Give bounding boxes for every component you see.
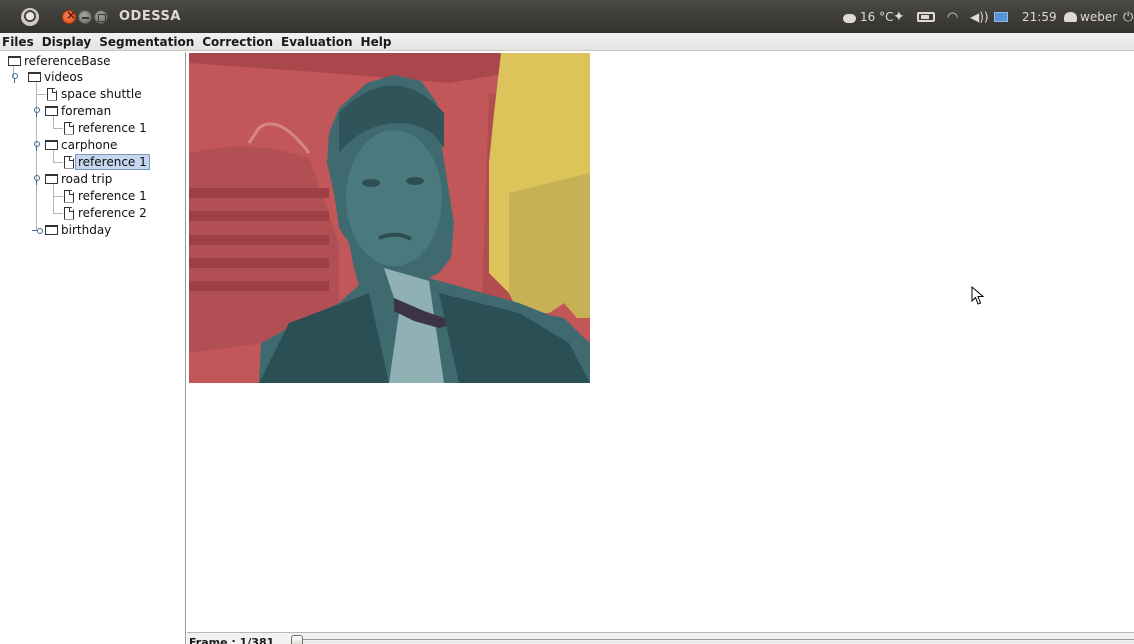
menu-bar: Files Display Segmentation Correction Ev… bbox=[0, 33, 1134, 51]
segmented-video-frame[interactable] bbox=[189, 53, 590, 383]
tree-connector bbox=[53, 184, 54, 213]
tree-node-foreman[interactable]: foreman bbox=[45, 103, 111, 119]
frame-navigation-bar: Frame : 1/381 bbox=[187, 632, 1134, 644]
battery-indicator[interactable] bbox=[917, 8, 935, 26]
mail-indicator[interactable] bbox=[994, 8, 1008, 26]
tree-node-label: referenceBase bbox=[24, 54, 111, 68]
collapse-handle-icon[interactable] bbox=[32, 226, 43, 234]
file-icon bbox=[64, 121, 74, 135]
window-title: ODESSA bbox=[119, 9, 181, 24]
tree-node-road-trip-reference-1[interactable]: reference 1 bbox=[64, 188, 147, 204]
tree-node-videos[interactable]: videos bbox=[28, 69, 83, 85]
frame-slider-track[interactable] bbox=[292, 639, 1134, 643]
power-icon[interactable]: ⏻ bbox=[1123, 8, 1133, 26]
wifi-icon[interactable]: ◠ bbox=[947, 8, 958, 26]
tree-node-label: space shuttle bbox=[61, 87, 142, 101]
tree-node-label: reference 2 bbox=[78, 206, 147, 220]
file-icon bbox=[64, 189, 74, 203]
reference-tree: referenceBase videos space shuttle forem… bbox=[0, 52, 186, 644]
user-menu[interactable]: weber bbox=[1064, 8, 1117, 26]
folder-icon bbox=[45, 174, 58, 184]
folder-icon bbox=[45, 225, 58, 235]
tree-node-label: reference 1 bbox=[75, 154, 150, 170]
expand-handle-icon[interactable] bbox=[32, 175, 40, 185]
system-top-panel: ODESSA 16 °C ✦ ◠ ◀)) 21:59 weber ⏻ bbox=[0, 0, 1134, 33]
tree-node-road-trip-reference-2[interactable]: reference 2 bbox=[64, 205, 147, 221]
expand-handle-icon[interactable] bbox=[32, 141, 40, 151]
tree-connector bbox=[53, 128, 63, 129]
video-view-area[interactable] bbox=[187, 52, 1134, 632]
user-icon bbox=[1064, 12, 1077, 22]
folder-icon bbox=[28, 72, 41, 82]
menu-display[interactable]: Display bbox=[41, 35, 92, 49]
tree-connector bbox=[53, 162, 63, 163]
frame-counter: Frame : 1/381 bbox=[189, 636, 275, 644]
mail-icon bbox=[994, 12, 1008, 22]
menu-segmentation[interactable]: Segmentation bbox=[98, 35, 195, 49]
face-shape bbox=[346, 130, 442, 266]
expand-handle-icon[interactable] bbox=[32, 107, 40, 117]
tree-node-label: reference 1 bbox=[78, 121, 147, 135]
tree-connector bbox=[53, 213, 63, 214]
tree-node-label: birthday bbox=[61, 223, 112, 237]
tree-node-space-shuttle[interactable]: space shuttle bbox=[47, 86, 142, 102]
tree-connector bbox=[36, 94, 46, 95]
dropbox-icon[interactable]: ✦ bbox=[893, 8, 909, 26]
tree-node-label: foreman bbox=[61, 104, 112, 118]
tree-node-label: carphone bbox=[61, 138, 118, 152]
user-name: weber bbox=[1080, 10, 1118, 24]
menu-correction[interactable]: Correction bbox=[201, 35, 274, 49]
left-eye bbox=[362, 179, 380, 187]
expand-handle-icon[interactable] bbox=[10, 73, 18, 83]
file-icon bbox=[47, 87, 57, 101]
tree-node-foreman-reference-1[interactable]: reference 1 bbox=[64, 120, 147, 136]
weather-temperature: 16 °C bbox=[860, 10, 894, 24]
folder-icon bbox=[8, 56, 21, 66]
mouse-pointer-icon bbox=[971, 286, 985, 305]
file-icon bbox=[64, 206, 74, 220]
maximize-icon[interactable] bbox=[94, 10, 108, 24]
tree-node-label: road trip bbox=[61, 172, 113, 186]
menu-evaluation[interactable]: Evaluation bbox=[280, 35, 354, 49]
file-icon bbox=[64, 155, 74, 169]
right-eye bbox=[406, 177, 424, 185]
close-icon[interactable] bbox=[62, 8, 76, 24]
volume-icon[interactable]: ◀)) bbox=[970, 8, 989, 26]
battery-icon bbox=[917, 12, 935, 22]
minimize-icon[interactable] bbox=[78, 10, 92, 24]
window-shade bbox=[509, 173, 590, 318]
tree-connector bbox=[53, 196, 63, 197]
weather-cloud-icon bbox=[843, 13, 856, 23]
ubuntu-logo-icon[interactable] bbox=[21, 8, 39, 26]
tree-node-label: reference 1 bbox=[78, 189, 147, 203]
frame-slider-thumb[interactable] bbox=[291, 635, 303, 644]
weather-indicator[interactable]: 16 °C bbox=[843, 8, 893, 26]
clock[interactable]: 21:59 bbox=[1022, 8, 1057, 26]
tree-node-carphone-reference-1[interactable]: reference 1 bbox=[64, 154, 150, 170]
tree-node-label: videos bbox=[44, 70, 84, 84]
menu-files[interactable]: Files bbox=[1, 35, 35, 49]
folder-icon bbox=[45, 106, 58, 116]
tree-node-road-trip[interactable]: road trip bbox=[45, 171, 112, 187]
tree-node-referencebase[interactable]: referenceBase bbox=[8, 53, 111, 69]
folder-icon bbox=[45, 140, 58, 150]
tree-node-birthday[interactable]: birthday bbox=[45, 222, 111, 238]
menu-help[interactable]: Help bbox=[360, 35, 393, 49]
tree-node-carphone[interactable]: carphone bbox=[45, 137, 117, 153]
